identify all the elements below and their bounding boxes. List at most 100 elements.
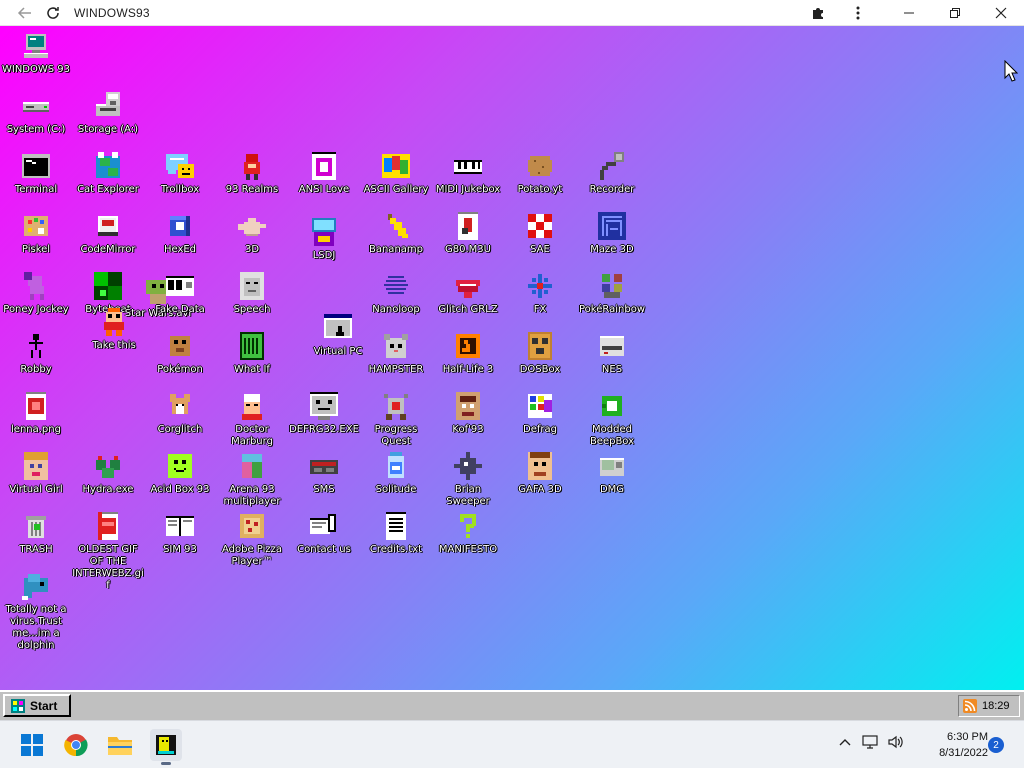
- desktop-icon-sms[interactable]: SMS: [288, 450, 360, 496]
- desktop-icon-robby[interactable]: Robby: [0, 330, 72, 376]
- desktop-icon-oldest-gif-of-the-interwebz-gif[interactable]: OLDEST GIF OF THE INTERWEBZ.gif: [72, 510, 144, 592]
- desktop-icon-terminal[interactable]: Terminal: [0, 150, 72, 196]
- desktop-icon-take-this[interactable]: Take this: [78, 306, 150, 352]
- desktop-icon-cat-explorer[interactable]: Cat Explorer: [72, 150, 144, 196]
- desktop-icon-dosbox[interactable]: DOSBox: [504, 330, 576, 376]
- desktop-icon-speech[interactable]: Speech: [216, 270, 288, 316]
- desktop-icon-label: HexEd: [163, 244, 197, 255]
- desktop-icon-defrag[interactable]: Defrag: [504, 390, 576, 436]
- desktop-icon-93-realms[interactable]: 93 Realms: [216, 150, 288, 196]
- desktop-icon-virtual-girl[interactable]: Virtual Girl: [0, 450, 72, 496]
- desktop-icon-poney-jockey[interactable]: Poney Jockey: [0, 270, 72, 316]
- desktop-icon-piskel[interactable]: Piskel: [0, 210, 72, 256]
- face-icon: [236, 270, 268, 302]
- desktop-icon-codemirror[interactable]: CodeMirror: [72, 210, 144, 256]
- desktop-icon-ansi-love[interactable]: ANSI Love: [288, 150, 360, 196]
- desktop-icon-nes[interactable]: NES: [576, 330, 648, 376]
- desktop-icon-dmg[interactable]: DMG: [576, 450, 648, 496]
- desktop-icon-acid-box-93[interactable]: Acid Box 93: [144, 450, 216, 496]
- terminal-icon: [20, 150, 52, 182]
- win93-logo-icon: [11, 698, 25, 713]
- start-button[interactable]: Start: [3, 694, 71, 717]
- desktop-icon-progress-quest[interactable]: Progress Quest: [360, 390, 432, 448]
- desktop-icon-glitch-grlz[interactable]: Glitch GRLZ: [432, 270, 504, 316]
- desktop-icon-modded-beepbox[interactable]: Modded BeepBox: [576, 390, 648, 448]
- desktop-icon-label: TRASH: [19, 544, 53, 555]
- desktop-icon-hydra-exe[interactable]: Hydra.exe: [72, 450, 144, 496]
- desktop-icon-windows-93[interactable]: WINDOWS 93: [0, 30, 72, 76]
- desktop-icon-potato-yt[interactable]: Potato.yt: [504, 150, 576, 196]
- desktop-icon-contact-us[interactable]: Contact us: [288, 510, 360, 556]
- desktop-icon-fx[interactable]: FX: [504, 270, 576, 316]
- desktop-icon-what-if[interactable]: What If: [216, 330, 288, 376]
- desktop-icon-sae[interactable]: SAE: [504, 210, 576, 256]
- desktop-icon-trollbox[interactable]: Trollbox: [144, 150, 216, 196]
- desktop-icon-system-c[interactable]: System (C:): [0, 90, 72, 136]
- reload-button[interactable]: [42, 2, 64, 24]
- network-icon[interactable]: [862, 735, 878, 749]
- desktop-icon-fake-data[interactable]: Fake Data: [144, 270, 216, 316]
- desktop-icon-maze-3d[interactable]: Maze 3D: [576, 210, 648, 256]
- banana-icon: [380, 210, 412, 242]
- swords-icon: [380, 390, 412, 422]
- back-button[interactable]: [14, 2, 36, 24]
- desktop-icon-solitude[interactable]: Solitude: [360, 450, 432, 496]
- console-icon: [308, 450, 340, 482]
- what-if-icon: [236, 330, 268, 362]
- floppy-drive-icon: [92, 90, 124, 122]
- desktop-icon-3d[interactable]: 3D: [216, 210, 288, 256]
- desktop-icon-adobe-pizza-player[interactable]: Adobe Pizza Player™: [216, 510, 288, 568]
- desktop-icon-lenna-png[interactable]: lenna.png: [0, 390, 72, 436]
- desktop-icon-label: Virtual Girl: [9, 484, 63, 495]
- notification-badge[interactable]: 2: [988, 737, 1004, 753]
- desktop-icon-credits-txt[interactable]: Credits.txt: [360, 510, 432, 556]
- desktop-icon-manifesto[interactable]: MANIFESTO: [432, 510, 504, 556]
- win93-desktop[interactable]: WINDOWS 93 System (C:) Storage (A:) Termina…: [0, 26, 1024, 690]
- pokerainbow-icon: [596, 270, 628, 302]
- extensions-button[interactable]: [798, 0, 838, 26]
- restore-button[interactable]: [932, 0, 978, 26]
- window-cursor-icon: [322, 312, 354, 344]
- chat-icon: [164, 150, 196, 182]
- desktop-icon-lsdj[interactable]: LSDJ: [288, 216, 360, 262]
- desktop-icon-pok-mon[interactable]: Pokémon: [144, 330, 216, 376]
- desktop-icon-doctor-marburg[interactable]: Doctor Marburg: [216, 390, 288, 448]
- desktop-icon-gafa-3d[interactable]: GAFA 3D: [504, 450, 576, 496]
- system-clock[interactable]: 6:30 PM 8/31/2022: [912, 729, 988, 761]
- windows-start-button[interactable]: [16, 729, 48, 761]
- taskbar-windows93[interactable]: [150, 729, 182, 765]
- mine-icon: [452, 450, 484, 482]
- desktop-icon-trash[interactable]: TRASH: [0, 510, 72, 556]
- desktop-icon-corglitch[interactable]: Corglitch: [144, 390, 216, 436]
- desktop-icon-hampster[interactable]: HAMPSTER: [360, 330, 432, 376]
- desktop-icon-sim-93[interactable]: SIM 93: [144, 510, 216, 556]
- desktop-icon-pok-rainbow[interactable]: PokéRainbow: [576, 270, 648, 316]
- desktop-icon-totally-not-a-virus-trust-me-im-a-dolphin[interactable]: Totally not a virus.Trust me...im a dolp…: [0, 570, 72, 652]
- menu-button[interactable]: [838, 0, 878, 26]
- desktop-icon-recorder[interactable]: Recorder: [576, 150, 648, 196]
- taskbar-chrome[interactable]: [60, 729, 92, 761]
- desktop-icon-midi-jukebox[interactable]: MIDI Jukebox: [432, 150, 504, 196]
- desktop-icon-storage-a[interactable]: Storage (A:): [72, 90, 144, 136]
- desktop-icon-label: MANIFESTO: [438, 544, 498, 555]
- computer-icon: [20, 30, 52, 62]
- chevron-up-icon[interactable]: [838, 735, 852, 749]
- desktop-icon-bananamp[interactable]: Bananamp: [360, 210, 432, 256]
- desktop-icon-hexed[interactable]: HexEd: [144, 210, 216, 256]
- desktop-icon-ascii-gallery[interactable]: ASCII Gallery: [360, 150, 432, 196]
- windows-taskbar: 6:30 PM 8/31/2022 2: [0, 720, 1024, 768]
- desktop-icon-defrg32-exe[interactable]: DEFRG32.EXE: [288, 390, 360, 436]
- desktop-icon-label: Brian Sweeper: [446, 484, 490, 507]
- desktop-icon-g80-m3u[interactable]: G80.M3U: [432, 210, 504, 256]
- microphone-icon: [596, 150, 628, 182]
- rss-icon[interactable]: [963, 699, 977, 713]
- desktop-icon-nanoloop[interactable]: Nanoloop: [360, 270, 432, 316]
- volume-icon[interactable]: [888, 735, 904, 749]
- close-button[interactable]: [978, 0, 1024, 26]
- minimize-button[interactable]: [886, 0, 932, 26]
- desktop-icon-half-life-3[interactable]: Half-Life 3: [432, 330, 504, 376]
- desktop-icon-kof-93[interactable]: Kof'93: [432, 390, 504, 436]
- taskbar-file-explorer[interactable]: [104, 729, 136, 761]
- desktop-icon-brian-sweeper[interactable]: Brian Sweeper: [432, 450, 504, 508]
- desktop-icon-arena-93-multiplayer[interactable]: Arena 93 multiplayer: [216, 450, 288, 508]
